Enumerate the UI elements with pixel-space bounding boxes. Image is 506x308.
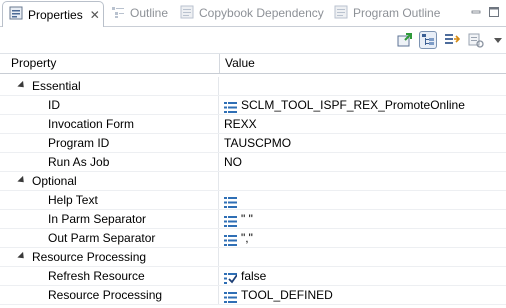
list-icon (224, 100, 237, 113)
tab-program-outline[interactable]: Program Outline (334, 0, 440, 26)
table-row[interactable]: Refresh Resource false (0, 267, 506, 286)
value-cell[interactable]: " " (220, 210, 506, 228)
restore-defaults-icon[interactable] (467, 31, 485, 49)
property-label: Resource Processing (48, 288, 163, 302)
property-cell[interactable]: Help Text (0, 191, 219, 209)
list-icon (224, 195, 237, 208)
value-cell[interactable] (220, 248, 506, 266)
property-cell[interactable]: Out Parm Separator (0, 229, 219, 247)
table-row[interactable]: ID SCLM_TOOL_ISPF_REX_PromoteOnline (0, 96, 506, 115)
table-row[interactable]: In Parm Separator " " (0, 210, 506, 229)
outline-icon (111, 5, 125, 22)
show-categories-icon[interactable] (419, 31, 437, 49)
tab-copybook-dependency[interactable]: Copybook Dependency (180, 0, 324, 26)
value-cell[interactable]: TAUSCPMO (220, 134, 506, 152)
tab-properties-label: Properties (28, 7, 83, 22)
property-value: false (241, 269, 267, 283)
value-cell[interactable]: NO (220, 153, 506, 171)
column-divider[interactable] (219, 54, 220, 73)
table-row[interactable]: Out Parm Separator "," (0, 229, 506, 248)
property-value: TOOL_DEFINED (241, 288, 333, 302)
property-label: Help Text (48, 193, 98, 207)
expand-arrow-icon[interactable] (17, 176, 27, 186)
property-label: Invocation Form (48, 117, 135, 131)
value-cell[interactable]: false (220, 267, 506, 285)
checkbox-list-icon (224, 271, 238, 284)
table-row[interactable]: Help Text (0, 191, 506, 210)
table-header: Property Value (0, 53, 506, 74)
table-row[interactable]: Invocation Form REXX (0, 115, 506, 134)
column-header-property[interactable]: Property (11, 54, 56, 73)
tab-properties[interactable]: Properties ✕ (2, 1, 104, 27)
close-icon[interactable]: ✕ (90, 8, 100, 22)
table-row[interactable]: Program ID TAUSCPMO (0, 134, 506, 153)
value-cell[interactable] (220, 191, 506, 209)
tab-program-outline-label: Program Outline (353, 6, 441, 20)
expand-arrow-icon[interactable] (17, 81, 27, 91)
minimize-icon[interactable] (470, 6, 482, 21)
property-cell[interactable]: In Parm Separator (0, 210, 219, 228)
list-icon (224, 233, 237, 246)
properties-icon (9, 6, 23, 23)
properties-toolbar (0, 27, 506, 53)
property-cell[interactable]: Run As Job (0, 153, 219, 171)
value-cell[interactable]: SCLM_TOOL_ISPF_REX_PromoteOnline (220, 96, 506, 114)
value-cell[interactable]: REXX (220, 115, 506, 133)
tab-outline[interactable]: Outline (111, 0, 168, 26)
property-label: ID (48, 98, 60, 112)
property-value: " " (241, 212, 253, 226)
property-cell[interactable]: Essential (0, 77, 219, 95)
property-label: Resource Processing (32, 250, 147, 264)
expand-arrow-icon[interactable] (17, 252, 27, 262)
list-icon (224, 214, 237, 227)
property-cell[interactable]: Optional (0, 172, 219, 190)
property-cell[interactable]: Invocation Form (0, 115, 219, 133)
value-cell[interactable]: "," (220, 229, 506, 247)
value-cell[interactable] (220, 77, 506, 95)
pin-view-icon[interactable] (396, 31, 414, 49)
view-tab-bar: Properties ✕ Outline Copybook Dependency… (0, 0, 506, 27)
property-cell[interactable]: Resource Processing (0, 248, 219, 266)
value-cell[interactable]: TOOL_DEFINED (220, 286, 506, 304)
program-outline-icon (334, 5, 348, 22)
tab-outline-label: Outline (130, 6, 169, 20)
view-menu-icon[interactable] (489, 31, 506, 49)
table-body: Essential ID SCLM_TOOL_ISPF_REX_PromoteOnl… (0, 77, 506, 305)
property-value: SCLM_TOOL_ISPF_REX_PromoteOnline (241, 98, 465, 112)
property-label: Out Parm Separator (48, 231, 156, 245)
show-advanced-icon[interactable] (443, 31, 461, 49)
property-cell[interactable]: ID (0, 96, 219, 114)
property-label: Program ID (48, 136, 110, 150)
property-label: Run As Job (48, 155, 110, 169)
copybook-icon (180, 5, 194, 22)
property-value: TAUSCPMO (224, 136, 292, 150)
property-label: Optional (32, 174, 77, 188)
property-label: In Parm Separator (48, 212, 147, 226)
property-label: Refresh Resource (48, 269, 145, 283)
property-cell[interactable]: Program ID (0, 134, 219, 152)
tab-copybook-dependency-label: Copybook Dependency (199, 6, 324, 20)
category-row[interactable]: Optional (0, 172, 506, 191)
property-value: REXX (224, 117, 257, 131)
table-row[interactable]: Run As Job NO (0, 153, 506, 172)
category-row[interactable]: Resource Processing (0, 248, 506, 267)
list-icon (224, 290, 237, 303)
property-cell[interactable]: Refresh Resource (0, 267, 219, 285)
table-row[interactable]: Resource Processing TOOL_DEFINED (0, 286, 506, 305)
property-cell[interactable]: Resource Processing (0, 286, 219, 304)
category-row[interactable]: Essential (0, 77, 506, 96)
property-table: Property Value Essential ID SCLM_TOOL_ISPF… (0, 53, 506, 305)
property-label: Essential (32, 79, 81, 93)
column-header-value[interactable]: Value (225, 54, 255, 73)
maximize-icon[interactable] (488, 6, 500, 21)
property-value: "," (241, 231, 253, 245)
property-value: NO (224, 155, 242, 169)
value-cell[interactable] (220, 172, 506, 190)
